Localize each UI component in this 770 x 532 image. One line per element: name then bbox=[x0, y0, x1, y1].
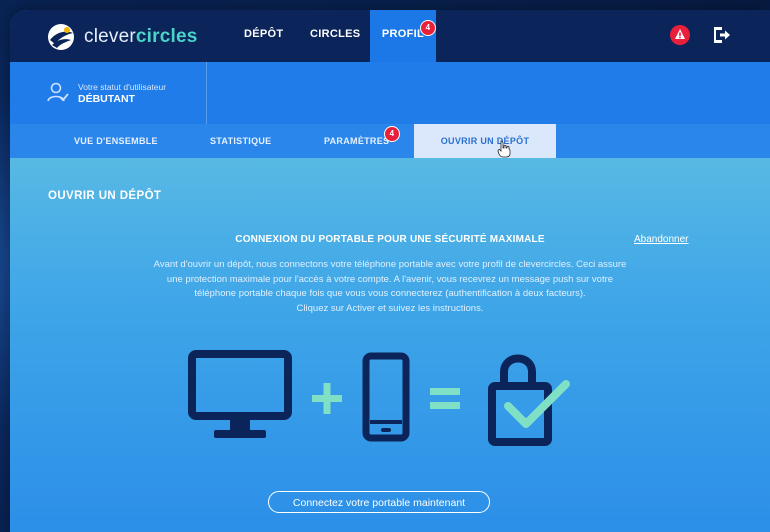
parametres-badge: 4 bbox=[384, 126, 400, 142]
logo[interactable]: clevercircles bbox=[46, 22, 198, 52]
description-line: téléphone portable chaque fois que vous … bbox=[194, 288, 586, 299]
page-title: OUVRIR UN DÉPÔT bbox=[48, 190, 162, 202]
description: Avant d'ouvrir un dépôt, nous connectons… bbox=[90, 258, 690, 316]
main-content: OUVRIR UN DÉPÔT CONNEXION DU PORTABLE PO… bbox=[10, 158, 770, 532]
brand-name-bold: circles bbox=[135, 26, 198, 47]
plus-icon bbox=[312, 383, 342, 414]
sub-navigation: VUE D'ENSEMBLE STATISTIQUE PARAMÈTRES 4 … bbox=[10, 124, 770, 164]
security-illustration bbox=[186, 348, 576, 448]
description-line: Avant d'ouvrir un dépôt, nous connectons… bbox=[153, 259, 627, 270]
alert-icon[interactable] bbox=[669, 24, 691, 46]
nav-circles[interactable]: CIRCLES bbox=[310, 10, 360, 62]
description-line: une protection maximale pour l'accès à v… bbox=[166, 273, 614, 285]
hand-cursor-icon bbox=[497, 140, 511, 158]
tab-statistique[interactable]: STATISTIQUE bbox=[210, 124, 271, 158]
tab-vue-ensemble[interactable]: VUE D'ENSEMBLE bbox=[74, 124, 158, 158]
tab-statistique-label: STATISTIQUE bbox=[210, 136, 272, 146]
description-line: Cliquez sur Activer et suivez les instru… bbox=[296, 302, 484, 314]
brand-name-light: clever bbox=[84, 26, 136, 47]
connect-phone-button[interactable]: Connectez votre portable maintenant bbox=[268, 491, 490, 513]
mobile-phone-icon bbox=[362, 352, 410, 442]
nav-profil[interactable]: PROFIL 4 bbox=[370, 10, 436, 62]
brand-name: clevercircles bbox=[84, 26, 198, 48]
status-label: Votre statut d'utilisateur bbox=[78, 82, 167, 92]
equals-icon bbox=[430, 388, 460, 409]
user-status-bar: Votre statut d'utilisateur DÉBUTANT bbox=[10, 62, 770, 124]
padlock-check-icon bbox=[488, 354, 570, 446]
profil-badge: 4 bbox=[420, 20, 436, 36]
top-navigation: clevercircles DÉPÔT CIRCLES PROFIL 4 bbox=[10, 10, 770, 62]
nav-depot-label: DÉPÔT bbox=[244, 28, 284, 40]
logout-icon[interactable] bbox=[710, 24, 732, 46]
user-check-icon bbox=[47, 82, 69, 102]
tab-vue-ensemble-label: VUE D'ENSEMBLE bbox=[74, 136, 158, 146]
nav-circles-label: CIRCLES bbox=[310, 28, 361, 40]
app-window: clevercircles DÉPÔT CIRCLES PROFIL 4 Vot… bbox=[10, 10, 770, 532]
clevercircles-logo-icon bbox=[48, 24, 74, 50]
nav-depot[interactable]: DÉPÔT bbox=[244, 10, 283, 62]
monitor-icon bbox=[188, 350, 292, 438]
user-status-box: Votre statut d'utilisateur DÉBUTANT bbox=[10, 62, 207, 124]
tab-parametres-label: PARAMÈTRES bbox=[324, 136, 390, 146]
tab-ouvrir-depot-label: OUVRIR UN DÉPÔT bbox=[440, 136, 530, 146]
tab-ouvrir-depot[interactable]: OUVRIR UN DÉPÔT bbox=[414, 124, 556, 164]
nav-profil-label: PROFIL bbox=[381, 28, 425, 40]
tab-parametres[interactable]: PARAMÈTRES 4 bbox=[324, 124, 400, 158]
abandon-link[interactable]: Abandonner bbox=[634, 234, 689, 245]
status-value: DÉBUTANT bbox=[78, 93, 135, 105]
